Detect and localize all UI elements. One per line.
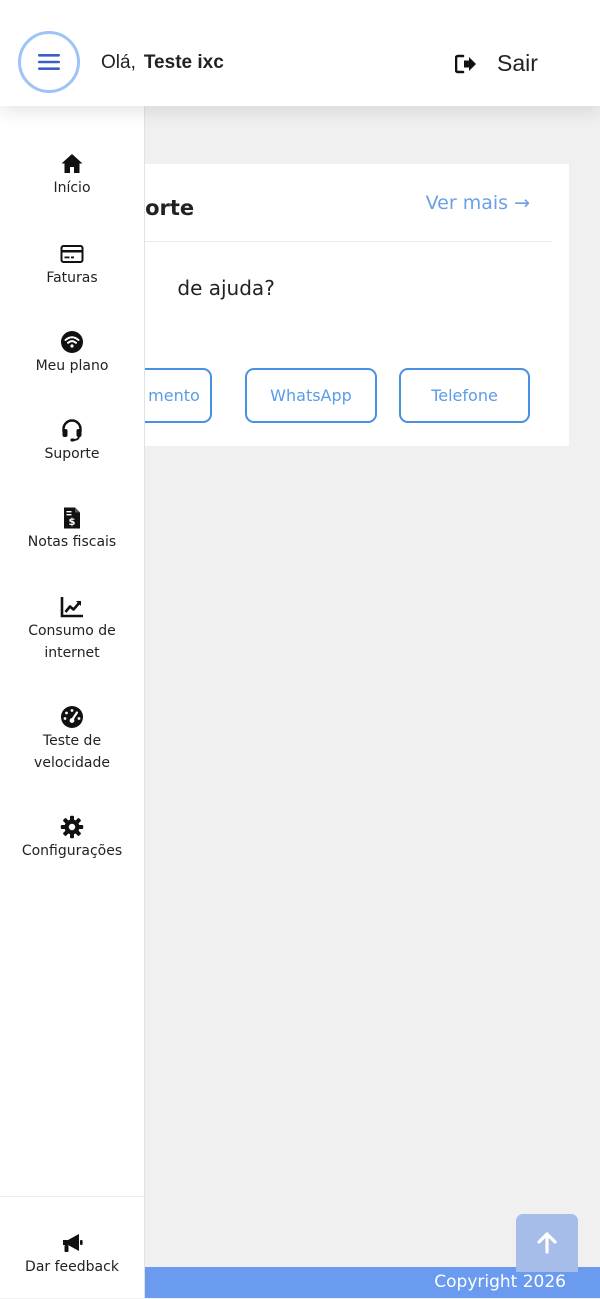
top-header: Olá, Teste ixc Sair: [0, 0, 600, 106]
sidebar-item-suporte[interactable]: Suporte: [0, 418, 144, 465]
sign-out-icon: [455, 54, 476, 73]
feedback-label: Dar feedback: [25, 1259, 119, 1275]
greeting: Olá, Teste ixc: [101, 52, 224, 74]
logout-label: Sair: [497, 50, 538, 76]
sidebar-item-notas-fiscais[interactable]: $ Notas fiscais: [0, 506, 144, 553]
sidebar-item-label: Configurações: [21, 843, 123, 859]
greeting-label: Olá,: [101, 52, 136, 73]
telefone-button[interactable]: Telefone: [399, 368, 530, 423]
gear-icon: [60, 815, 84, 839]
ver-mais-link[interactable]: Ver mais →: [426, 192, 530, 214]
hamburger-icon: [38, 54, 60, 70]
sidebar-item-faturas[interactable]: Faturas: [0, 242, 144, 289]
sidebar-item-label: Faturas: [46, 270, 98, 286]
credit-card-icon: [60, 245, 84, 263]
sidebar-item-meu-plano[interactable]: Meu plano: [0, 330, 144, 377]
headset-icon: [62, 419, 82, 442]
sidebar: Início Faturas Meu plano Suporte $ Notas…: [0, 106, 145, 1298]
sidebar-item-label: Teste de: [42, 733, 102, 749]
support-card: Suporte Ver mais → Precisa de ajuda? men…: [90, 164, 569, 446]
megaphone-icon: [63, 1234, 83, 1252]
wifi-icon: [61, 331, 83, 353]
home-icon: [61, 154, 83, 173]
svg-text:$: $: [69, 517, 76, 528]
user-name: Teste ixc: [143, 52, 224, 73]
invoice-icon: $: [64, 507, 80, 529]
card-divider: [120, 241, 552, 242]
whatsapp-button[interactable]: WhatsApp: [245, 368, 377, 423]
copyright-text: Copyright 2026: [434, 1272, 566, 1292]
sidebar-item-label: Suporte: [44, 446, 100, 462]
sidebar-item-consumo[interactable]: Consumo de internet: [0, 595, 144, 664]
sidebar-item-label: velocidade: [34, 755, 110, 771]
feedback-button[interactable]: Dar feedback: [0, 1231, 144, 1278]
feedback-section: Dar feedback: [0, 1196, 144, 1299]
menu-button[interactable]: [18, 31, 80, 93]
sidebar-item-configuracoes[interactable]: Configurações: [0, 815, 144, 862]
sidebar-item-label: Notas fiscais: [27, 534, 117, 550]
scroll-top-button[interactable]: [516, 1214, 578, 1272]
sidebar-item-label: internet: [44, 645, 100, 661]
chart-line-icon: [60, 597, 83, 618]
sidebar-item-label: Início: [53, 180, 91, 196]
arrow-up-icon: [537, 1232, 557, 1254]
logout-button[interactable]: Sair: [455, 50, 538, 77]
sidebar-item-teste-velocidade[interactable]: Teste de velocidade: [0, 705, 144, 774]
sidebar-item-label: Meu plano: [35, 358, 109, 374]
speedometer-icon: [61, 706, 83, 728]
sidebar-item-inicio[interactable]: Início: [0, 152, 144, 199]
sidebar-item-label: Consumo de: [28, 623, 116, 639]
